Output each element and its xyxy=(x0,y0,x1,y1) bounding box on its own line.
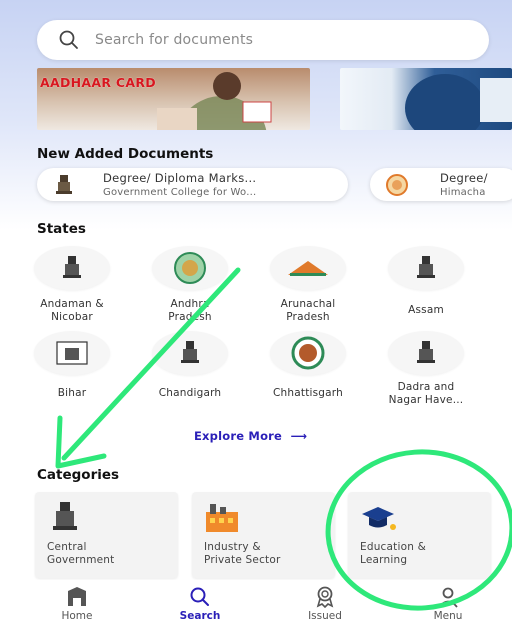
state-chandigarh[interactable]: Chandigarh xyxy=(136,331,244,400)
emblem-icon xyxy=(417,341,435,363)
search-icon xyxy=(190,587,209,606)
nav-search[interactable]: Search xyxy=(160,586,240,622)
nav-menu[interactable]: Menu xyxy=(408,586,488,622)
category-label: Education & Learning xyxy=(360,541,426,566)
emblem-icon xyxy=(56,341,88,365)
nav-label: Issued xyxy=(308,610,342,622)
emblem-icon xyxy=(63,256,81,278)
category-label: Industry & Private Sector xyxy=(204,541,281,566)
nav-label: Menu xyxy=(433,610,463,622)
state-emblem xyxy=(270,246,346,290)
new-doc-card[interactable]: Degree/ Diploma Marks... Government Coll… xyxy=(37,168,348,201)
state-emblem xyxy=(388,331,464,375)
graduation-cap-icon xyxy=(362,507,396,530)
factory-icon xyxy=(206,504,238,532)
doc-title: Degree/ Diploma Marks... xyxy=(103,170,257,185)
state-andaman-nicobar[interactable]: Andaman & Nicobar xyxy=(18,246,126,324)
category-label: Central Government xyxy=(47,541,115,566)
state-label: Dadra and Nagar Have... xyxy=(388,381,464,406)
emblem-icon xyxy=(417,256,435,278)
state-emblem xyxy=(34,331,110,375)
state-label: Andaman & Nicobar xyxy=(40,298,104,323)
emblem-icon xyxy=(181,341,199,363)
category-education-learning[interactable]: Education & Learning xyxy=(348,492,491,578)
banner-illustration xyxy=(157,72,272,130)
categories-title: Categories xyxy=(37,467,120,483)
seal-icon xyxy=(174,252,206,284)
state-emblem xyxy=(34,246,110,290)
state-bihar[interactable]: Bihar xyxy=(18,331,126,400)
banner-aadhaar-card[interactable]: AADHAAR CARD xyxy=(37,68,310,130)
states-title: States xyxy=(37,221,86,237)
emblem-icon xyxy=(53,502,77,530)
doc-subtitle: Government College for Wo... xyxy=(103,186,257,198)
state-label: Bihar xyxy=(57,387,87,399)
state-label: Chhattisgarh xyxy=(273,387,343,399)
nav-label: Home xyxy=(61,610,93,622)
category-industry-private[interactable]: Industry & Private Sector xyxy=(192,492,335,578)
nav-issued[interactable]: Issued xyxy=(285,586,365,622)
state-emblem xyxy=(388,246,464,290)
arrow-right-icon: ⟶ xyxy=(286,429,308,443)
bottom-nav: Home Search Issued Menu xyxy=(0,580,512,628)
banner-illustration xyxy=(405,74,512,130)
new-doc-card[interactable]: Degree/ Himacha xyxy=(370,168,512,201)
state-dadra-nagar-haveli[interactable]: Dadra and Nagar Have... xyxy=(372,331,480,407)
nav-home[interactable]: Home xyxy=(37,586,117,622)
seal-icon xyxy=(291,336,325,370)
home-icon xyxy=(68,587,86,606)
state-label: Andhra Pradesh xyxy=(168,298,212,323)
state-emblem xyxy=(152,331,228,375)
state-assam[interactable]: Assam xyxy=(372,246,480,317)
annotation-arrow-head xyxy=(55,415,107,469)
search-placeholder: Search for documents xyxy=(95,32,254,48)
new-added-title: New Added Documents xyxy=(37,146,214,162)
state-arunachal-pradesh[interactable]: Arunachal Pradesh xyxy=(254,246,362,324)
explore-more-label: Explore More xyxy=(194,429,283,443)
state-label: Chandigarh xyxy=(158,387,222,399)
state-andhra-pradesh[interactable]: Andhra Pradesh xyxy=(136,246,244,324)
search-input[interactable]: Search for documents xyxy=(37,20,489,60)
badge-icon xyxy=(316,586,334,608)
state-emblem xyxy=(152,246,228,290)
emblem-icon xyxy=(288,261,328,276)
nav-label: Search xyxy=(179,610,221,622)
state-emblem xyxy=(270,331,346,375)
explore-more-link[interactable]: Explore More ⟶ xyxy=(194,429,307,443)
state-label: Arunachal Pradesh xyxy=(280,298,336,323)
category-central-government[interactable]: Central Government xyxy=(35,492,178,578)
doc-subtitle: Himacha xyxy=(440,186,486,198)
doc-title: Degree/ xyxy=(440,170,488,185)
banner-secondary[interactable] xyxy=(340,68,512,130)
user-icon xyxy=(438,587,458,608)
state-chhattisgarh[interactable]: Chhattisgarh xyxy=(254,331,362,400)
search-icon xyxy=(59,30,78,49)
state-label: Assam xyxy=(408,304,444,316)
seal-icon xyxy=(386,173,408,196)
emblem-icon xyxy=(56,174,72,194)
